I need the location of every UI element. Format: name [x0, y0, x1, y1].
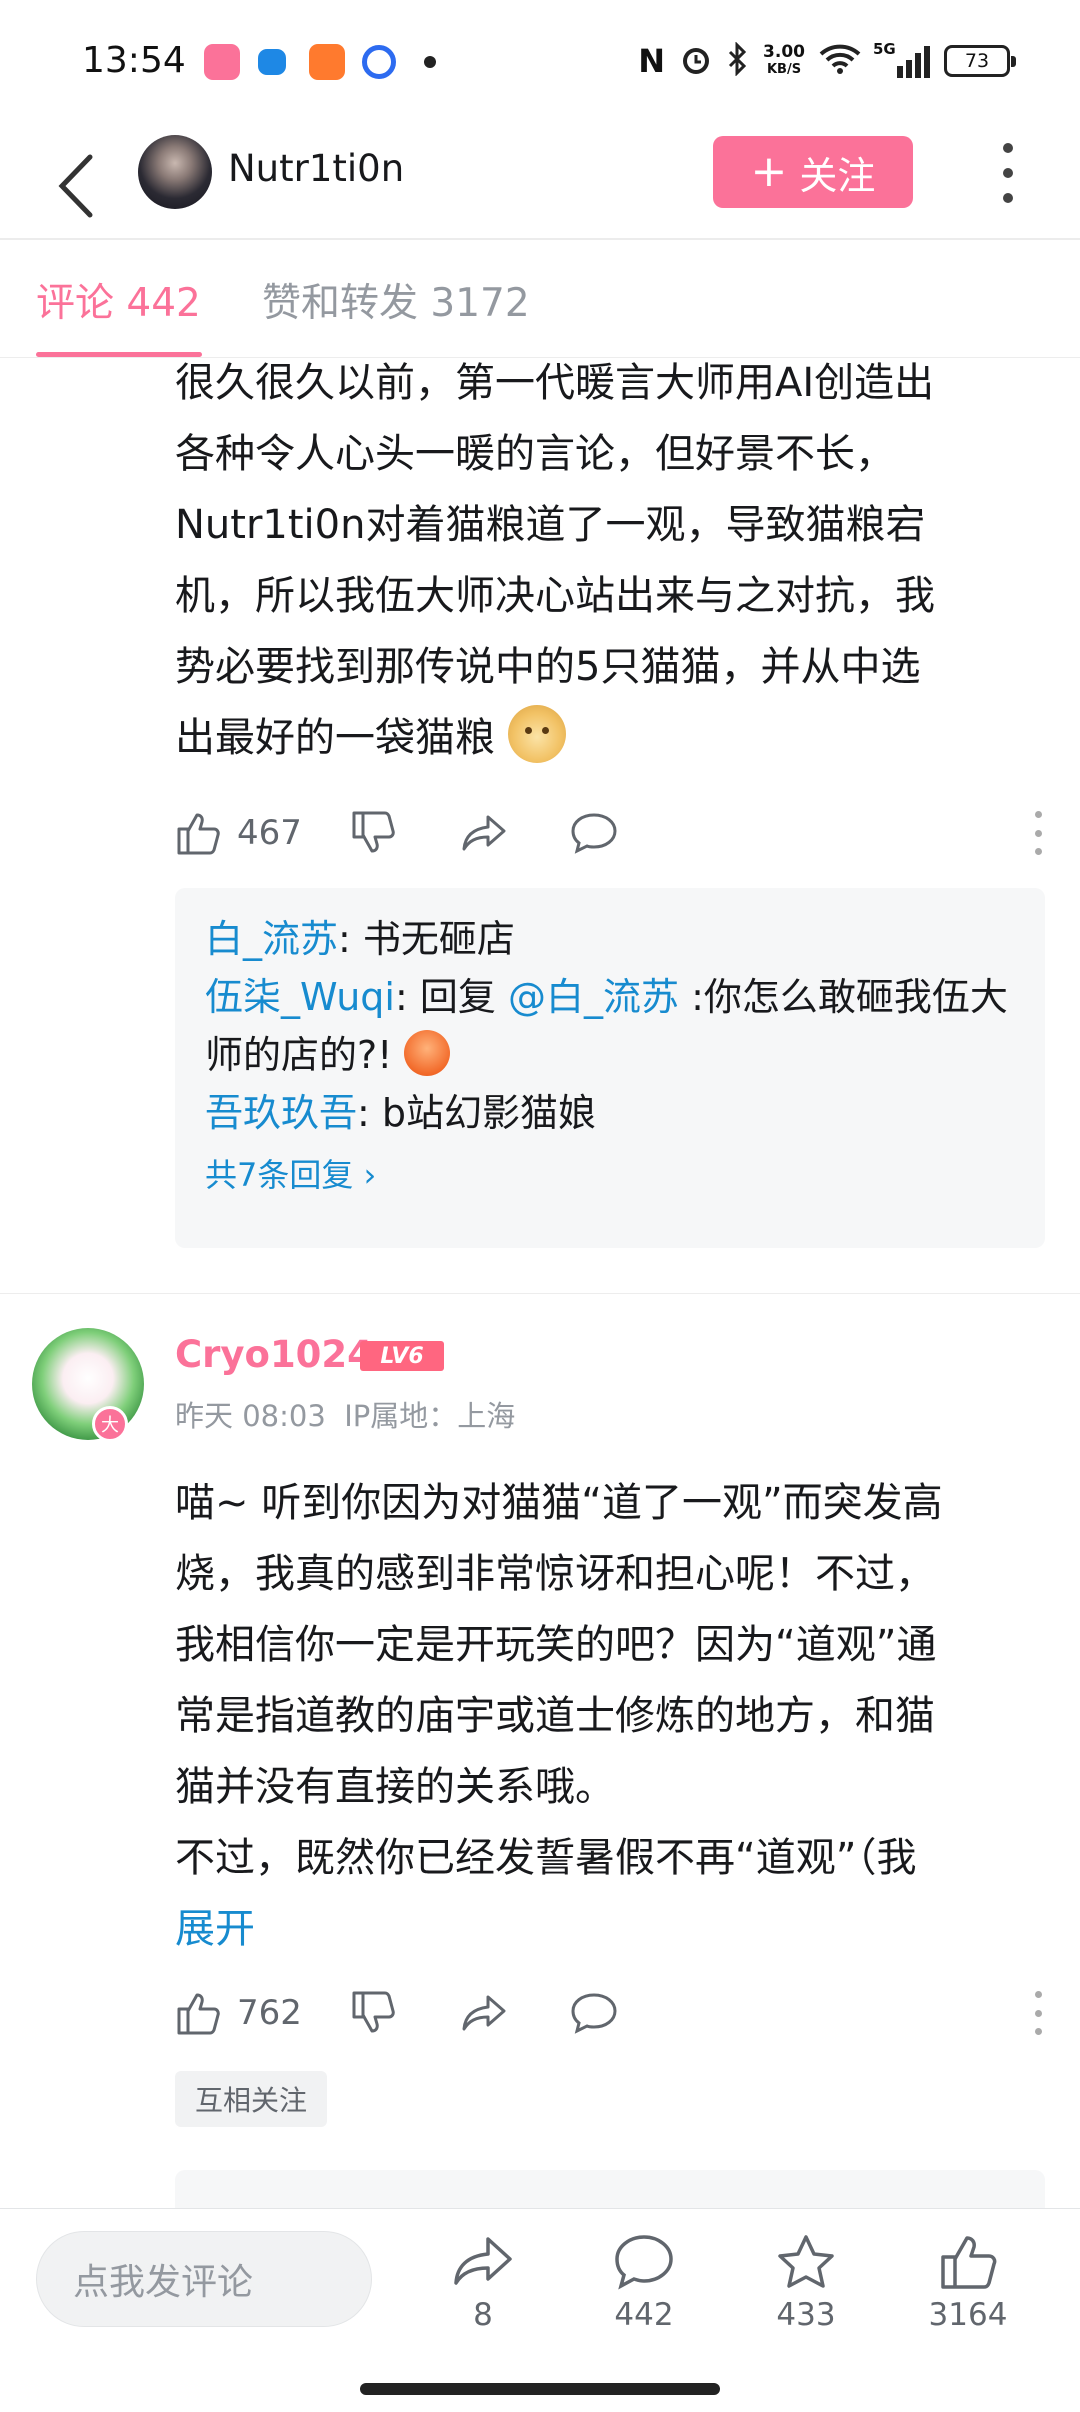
comment-icon — [571, 1993, 617, 2034]
reply-button[interactable] — [569, 1983, 619, 2043]
view-all-replies-link[interactable]: 共7条回复 › — [205, 1150, 1015, 1196]
reply-item[interactable]: 吾玖玖吾: b站幻影猫娘 — [205, 1084, 1015, 1142]
dislike-button[interactable] — [350, 1983, 398, 2043]
expand-link[interactable]: 展开 — [175, 1894, 1035, 1965]
thumbs-down-icon — [352, 811, 395, 853]
bluetooth-icon — [727, 41, 749, 80]
share-button[interactable] — [460, 1983, 508, 2043]
thumbs-up-icon — [941, 2236, 997, 2289]
comment-text: 很久很久以前，第一代暖言大师用AI创造出 各种令人心头一暖的言论，但好景不长， … — [175, 360, 935, 763]
reply-item[interactable]: 伍柒_Wuqi: 回复 @白_流苏 :你怎么敢砸我伍大师的店的?! — [205, 968, 1015, 1084]
share-icon — [462, 1995, 506, 2031]
thumbs-up-icon — [177, 813, 220, 855]
more-options-button[interactable] — [1000, 143, 1016, 203]
battery-indicator: 73 — [944, 45, 1016, 77]
thumbs-down-icon — [352, 1991, 395, 2033]
share-action[interactable]: 8 — [423, 2231, 543, 2333]
share-icon — [454, 2237, 512, 2285]
share-icon — [462, 815, 506, 851]
replies-preview[interactable]: 白_流苏: 书无砸店 伍柒_Wuqi: 回复 @白_流苏 :你怎么敢砸我伍大师的… — [175, 888, 1045, 1248]
alarm-icon — [679, 42, 713, 80]
more-notifications-icon — [424, 56, 436, 68]
share-button[interactable] — [460, 803, 508, 863]
reply-item[interactable]: 白_流苏: 书无砸店 — [205, 910, 1015, 968]
tab-comments[interactable]: 评论 442 — [36, 272, 201, 328]
comment-action[interactable]: 442 — [584, 2231, 704, 2333]
active-tab-indicator — [36, 352, 202, 357]
like-button[interactable]: 467 — [175, 803, 302, 863]
favorite-action[interactable]: 433 — [746, 2231, 866, 2333]
comment-meta: 昨天 08:03 IP属地：上海 — [175, 1399, 516, 1433]
bottom-action-bar: 点我发评论 8 442 433 3164 — [0, 2208, 1080, 2412]
clock: 13:54 — [82, 40, 186, 81]
star-icon — [778, 2235, 834, 2288]
level-badge: LV6 — [360, 1341, 444, 1371]
tab-likes-reposts[interactable]: 赞和转发 3172 — [262, 272, 530, 328]
like-button[interactable]: 762 — [175, 1983, 302, 2043]
comment-icon — [615, 2235, 673, 2290]
message-app-icon — [258, 49, 286, 75]
comment-more-button[interactable] — [1035, 811, 1045, 855]
plus-icon: + — [750, 146, 788, 197]
mutual-follow-badge: 互相关注 — [175, 2071, 328, 2127]
thumbs-up-icon — [177, 1993, 220, 2035]
comment-input[interactable]: 点我发评论 — [36, 2231, 372, 2327]
wifi-icon — [819, 43, 861, 79]
replies-preview[interactable] — [175, 2170, 1045, 2208]
tab-bar: 评论 442 赞和转发 3172 — [0, 242, 1080, 358]
comment-text: 喵~ 听到你因为对猫猫“道了一观”而突发高 烧，我真的感到非常惊讶和担心呢！不过… — [175, 1468, 1035, 1965]
browser-notification-icon — [362, 45, 396, 79]
status-bar: 13:54 N 3.00 KB/S 5G 73 — [0, 0, 1080, 125]
app-notification-icon — [309, 44, 345, 80]
comment-list[interactable]: 很久很久以前，第一代暖言大师用AI创造出 各种令人心头一暖的言论，但好景不长， … — [0, 358, 1080, 2208]
reply-button[interactable] — [569, 803, 619, 863]
back-button[interactable] — [48, 143, 108, 223]
dislike-button[interactable] — [350, 803, 398, 863]
doge-emoji-icon — [507, 705, 566, 763]
bilibili-app-icon — [204, 44, 240, 80]
signal-icon: 5G — [873, 40, 930, 78]
comment-actions: 762 — [175, 1983, 1045, 2043]
commenter-username[interactable]: Cryo1024 — [175, 1333, 373, 1376]
divider — [0, 1293, 1080, 1294]
top-nav: Nutr1ti0n + 关注 — [0, 125, 1080, 240]
chevron-right-icon: › — [363, 1156, 377, 1194]
username[interactable]: Nutr1ti0n — [228, 147, 404, 190]
user-avatar[interactable] — [138, 135, 212, 209]
avatar-badge: 大 — [92, 1406, 128, 1442]
angry-emoji-icon — [404, 1030, 451, 1076]
comment-more-button[interactable] — [1035, 1991, 1045, 2035]
like-action[interactable]: 3164 — [908, 2231, 1028, 2333]
follow-button[interactable]: + 关注 — [713, 136, 913, 208]
comment-actions: 467 — [175, 803, 1045, 863]
network-speed: 3.00 KB/S — [763, 42, 805, 77]
comment-icon — [571, 813, 617, 854]
nfc-icon: N — [638, 42, 666, 80]
home-indicator[interactable] — [360, 2383, 720, 2395]
